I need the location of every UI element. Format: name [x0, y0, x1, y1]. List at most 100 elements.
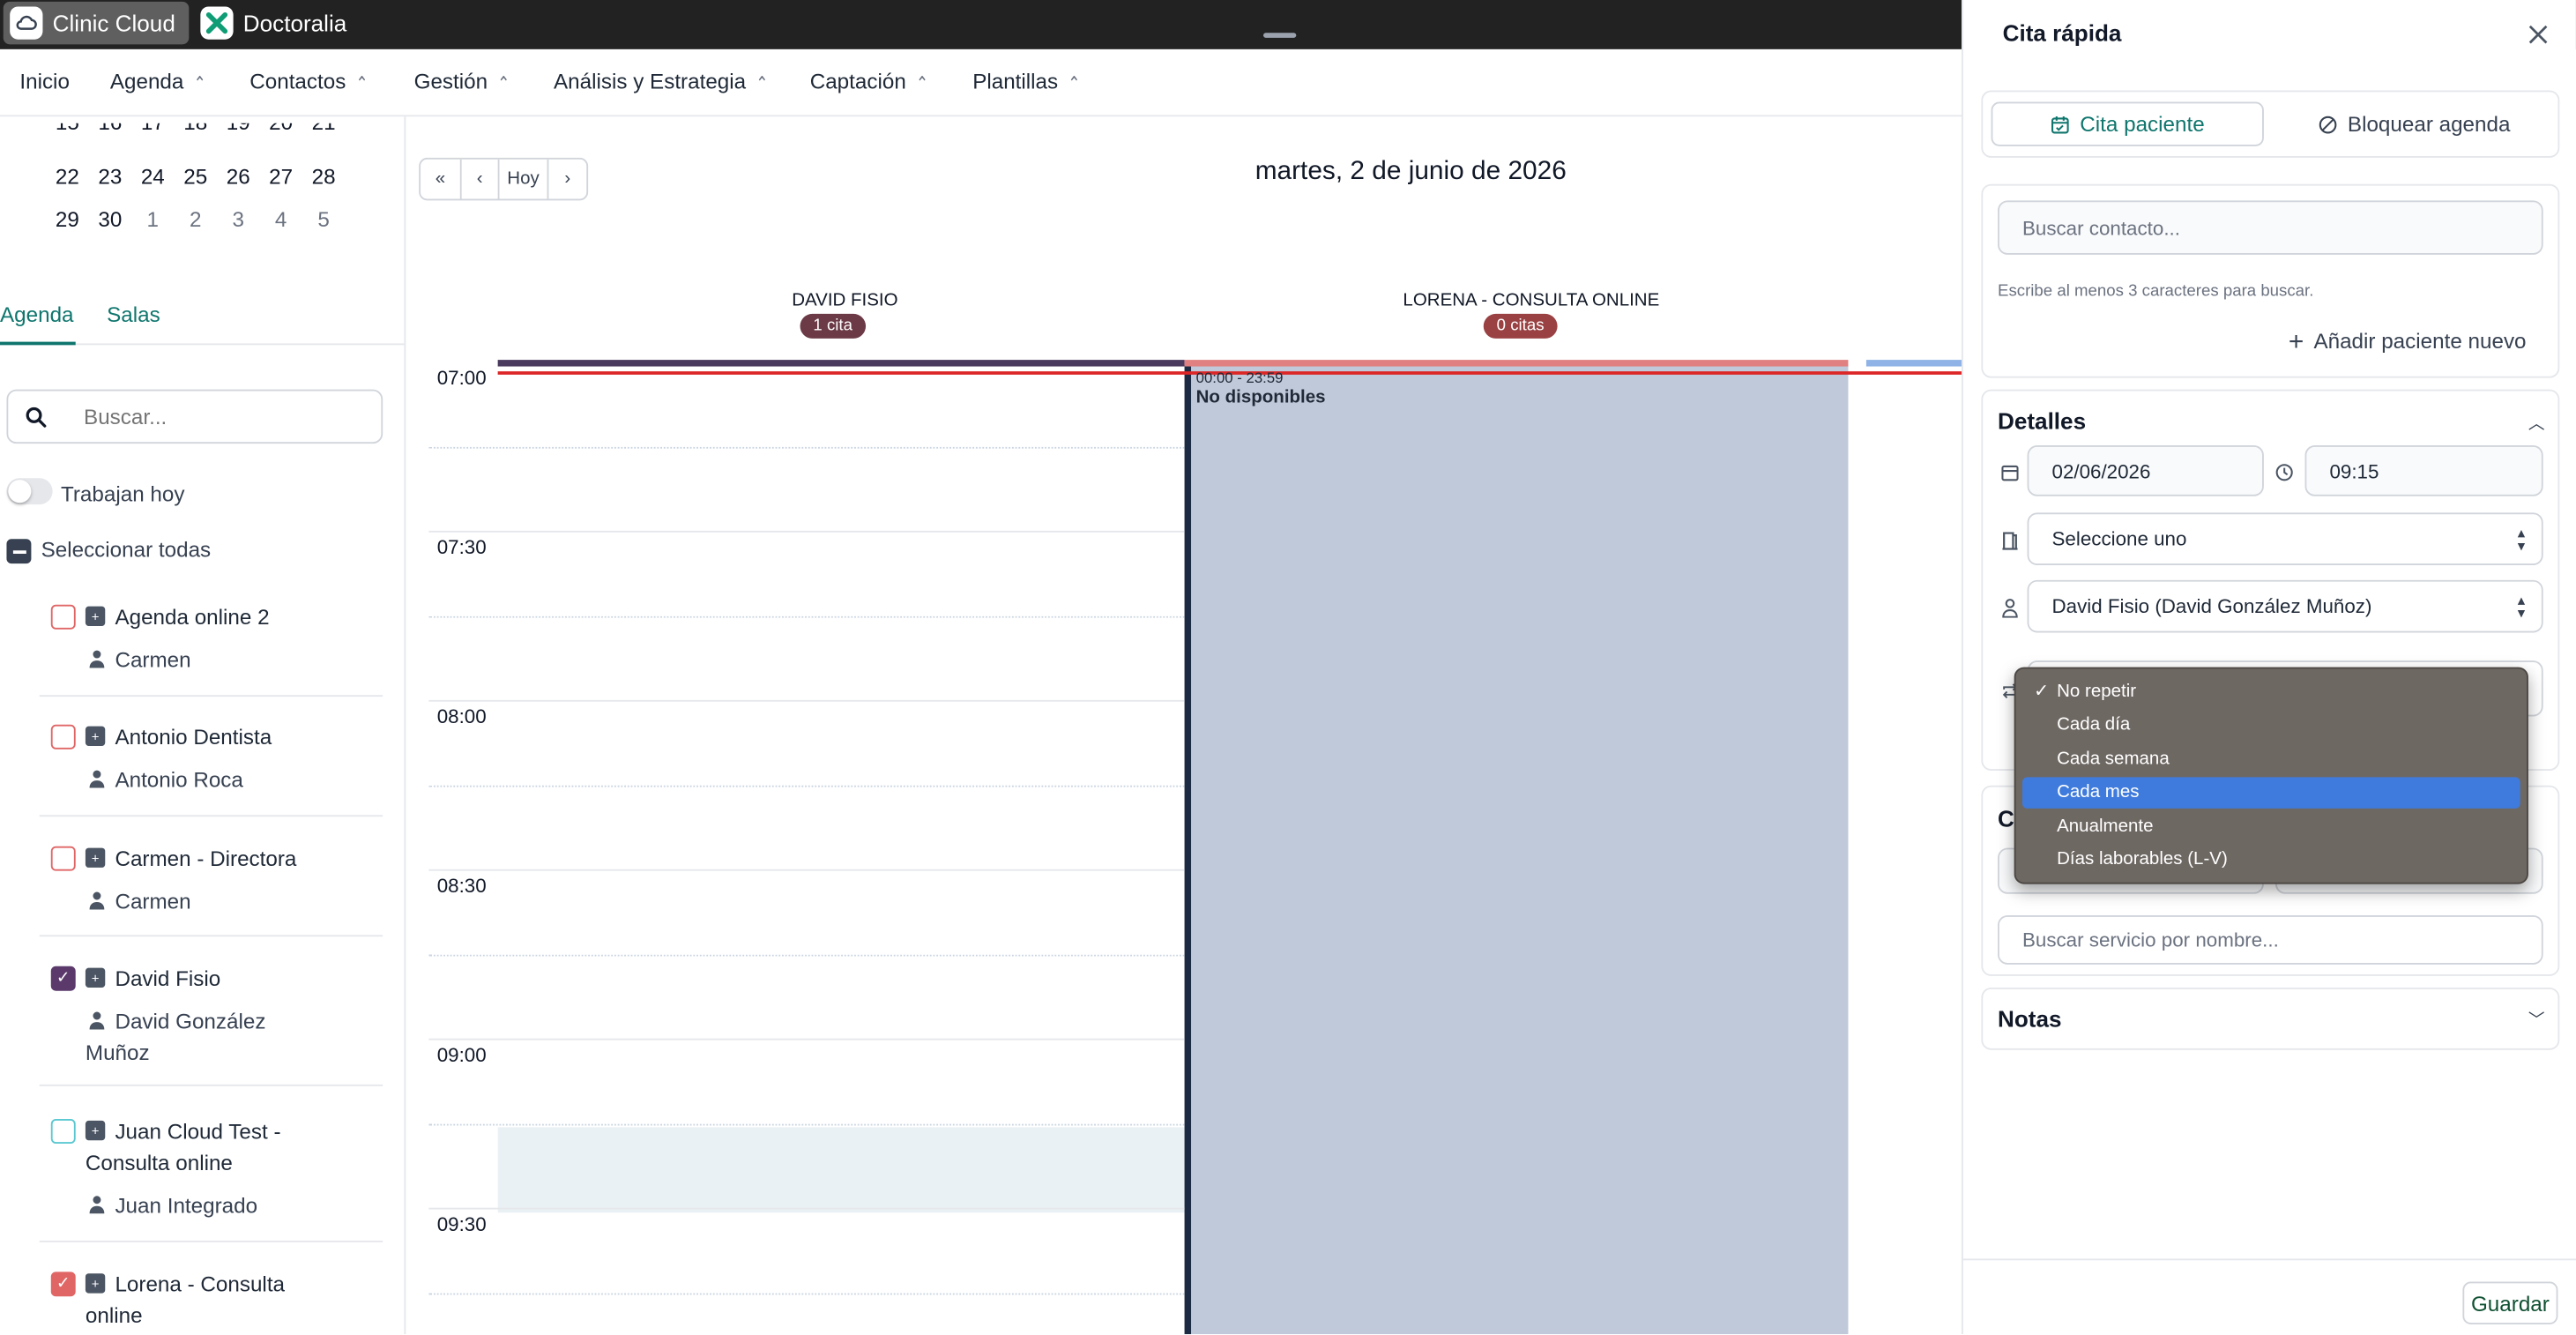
add-new-patient-button[interactable]: + Añadir paciente nuevo [2289, 329, 2527, 359]
agenda-book-icon: + [85, 967, 106, 988]
work-today-toggle[interactable] [6, 478, 53, 505]
repeat-option[interactable]: Cada día [2022, 711, 2520, 742]
calendar-day[interactable]: 17 [131, 123, 174, 140]
person-icon [89, 1196, 105, 1214]
cita-paciente-tab[interactable]: Cita paciente [1991, 101, 2264, 146]
main-nav: Inicio Agenda ⌃ Contactos ⌃ Gestión ⌃ Análi… [0, 48, 1962, 117]
date-field[interactable]: 02/06/2026 [2027, 445, 2264, 496]
time-label: 07:00 [436, 366, 487, 390]
mini-calendar-partial-row: 15 16 17 18 19 20 21 [46, 123, 345, 140]
agenda-checkbox[interactable] [50, 604, 76, 630]
calendar-day[interactable]: 2 [175, 207, 217, 232]
calendar-day[interactable]: 27 [259, 164, 302, 189]
calendar-day[interactable]: 19 [217, 123, 259, 140]
first-page-button[interactable]: « [421, 159, 462, 199]
save-button[interactable]: Guardar [2462, 1281, 2558, 1324]
calendar-day[interactable]: 24 [131, 164, 174, 189]
repeat-option[interactable]: ✓ No repetir [2022, 677, 2520, 708]
nav-inicio[interactable]: Inicio [19, 69, 70, 93]
agenda-search[interactable] [6, 389, 383, 444]
agenda-book-icon: + [85, 726, 106, 747]
close-icon[interactable] [2527, 17, 2550, 55]
notes-title: Notas [1998, 1005, 2062, 1033]
next-button[interactable]: › [548, 160, 586, 199]
time-slot-highlight[interactable] [497, 1127, 1185, 1213]
calendar-day[interactable]: 23 [89, 164, 131, 189]
appointment-count-badge: 0 citas [1483, 313, 1558, 339]
agenda-checkbox[interactable]: ✓ [50, 1272, 76, 1297]
calendar-day[interactable]: 21 [302, 123, 345, 140]
calendar-day[interactable]: 20 [259, 123, 302, 140]
tab-agenda[interactable]: Agenda [0, 302, 76, 346]
user-tie-icon [1999, 598, 2019, 618]
calendar-day[interactable]: 1 [131, 207, 174, 232]
contact-search-input[interactable]: Buscar contacto... [1998, 200, 2543, 255]
agenda-name[interactable]: Carmen - Directora [115, 843, 394, 874]
calendar-day[interactable]: 3 [217, 207, 259, 232]
nav-captacion[interactable]: Captación ⌃ [810, 69, 928, 94]
chevron-updown-icon: ⌃ [756, 72, 769, 94]
agenda-checkbox[interactable] [50, 724, 76, 750]
half-hour-gridline [428, 954, 1185, 957]
calendar-day[interactable]: 26 [217, 164, 259, 189]
checkmark-icon: ✓ [2034, 682, 2050, 702]
calendar-day[interactable]: 25 [175, 164, 217, 189]
column-color-bar [497, 360, 1185, 367]
calendar-day[interactable]: 30 [89, 207, 131, 232]
column-color-bar [1865, 360, 1962, 367]
chevron-up-icon[interactable]: ︿ [2528, 409, 2545, 433]
mini-calendar-week: 22 23 24 25 26 27 28 [46, 164, 345, 189]
hour-gridline [428, 530, 1185, 533]
agenda-name[interactable]: David Fisio [115, 963, 394, 994]
chevron-down-icon[interactable]: ﹀ [2528, 1005, 2545, 1030]
repeat-option[interactable]: Días laborables (L-V) [2022, 845, 2520, 876]
select-all-label: Seleccionar todas [41, 537, 212, 563]
repeat-option[interactable]: Cada mes [2021, 777, 2520, 809]
calendar-day[interactable]: 22 [46, 164, 88, 189]
agenda-name[interactable]: Lorena - Consulta online [86, 1269, 299, 1331]
tab-salas[interactable]: Salas [107, 302, 160, 345]
repeat-option[interactable]: Anualmente [2022, 811, 2520, 842]
agenda-checkbox[interactable] [50, 1119, 76, 1144]
bloquear-agenda-tab[interactable]: Bloquear agenda [2281, 102, 2549, 146]
calendar-day[interactable]: 4 [259, 207, 302, 232]
calendar-column-next[interactable] [1865, 364, 1962, 1335]
agenda-checkbox[interactable]: ✓ [50, 966, 76, 991]
calendar-day[interactable]: 29 [46, 207, 88, 232]
time-label: 09:00 [436, 1043, 487, 1067]
panel-footer: Guardar [1962, 1258, 2576, 1334]
calendar-day[interactable]: 16 [89, 123, 131, 140]
prev-button[interactable]: ‹ [462, 159, 500, 199]
repeat-option-label: Días laborables (L-V) [2057, 849, 2228, 869]
room-select[interactable]: Seleccione uno ▴ ▾ [2027, 512, 2543, 566]
tab-doctoralia[interactable]: Doctoralia [194, 2, 360, 44]
notes-card[interactable] [1981, 987, 2560, 1050]
drag-handle[interactable] [1263, 33, 1297, 38]
repeat-dropdown-menu: ✓ No repetir Cada día Cada semana Cada mes An… [2014, 667, 2528, 884]
nav-gestion[interactable]: Gestión ⌃ [414, 69, 510, 94]
agenda-name[interactable]: Agenda online 2 [115, 601, 394, 632]
calendar-day[interactable]: 15 [46, 123, 88, 140]
nav-agenda[interactable]: Agenda ⌃ [110, 69, 206, 94]
agenda-checkbox[interactable] [50, 846, 76, 871]
nav-analisis[interactable]: Análisis y Estrategia ⌃ [554, 69, 768, 94]
time-label: 08:00 [436, 705, 487, 728]
calendar-day[interactable]: 28 [302, 164, 345, 189]
agenda-name[interactable]: Juan Cloud Test - Consulta online [86, 1115, 299, 1178]
select-all-checkbox[interactable] [6, 539, 32, 564]
repeat-option[interactable]: Cada semana [2022, 744, 2520, 775]
tab-clinic-cloud[interactable]: Clinic Cloud [3, 1, 189, 45]
calendar-day[interactable]: 18 [175, 123, 217, 140]
calendar-day[interactable]: 5 [302, 207, 345, 232]
time-field[interactable]: 09:15 [2304, 445, 2543, 496]
calendar-column-lorena-blocked[interactable] [1191, 364, 1849, 1335]
service-search-input[interactable]: Buscar servicio por nombre... [1998, 914, 2543, 965]
nav-contactos[interactable]: Contactos ⌃ [249, 69, 368, 94]
nav-plantillas[interactable]: Plantillas ⌃ [972, 69, 1080, 94]
professional-select[interactable]: David Fisio (David González Muñoz) ▴ ▾ [2027, 579, 2543, 633]
chevron-updown-icon: ⌃ [1068, 72, 1081, 94]
today-button[interactable]: Hoy [500, 159, 549, 199]
agenda-name[interactable]: Antonio Dentista [115, 721, 394, 752]
chevron-updown-icon: ⌃ [915, 72, 929, 94]
agenda-search-input[interactable] [84, 404, 363, 429]
